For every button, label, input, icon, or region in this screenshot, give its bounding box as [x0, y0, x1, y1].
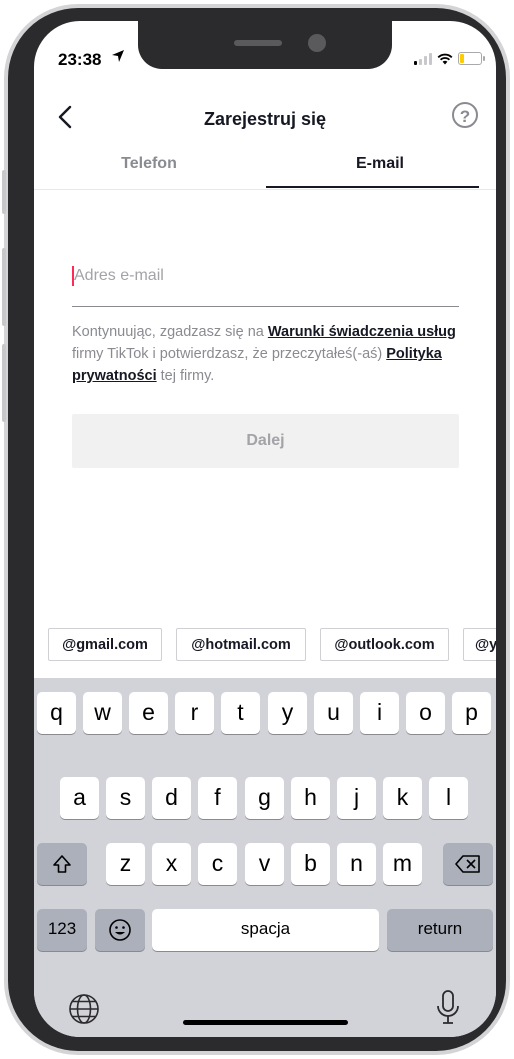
space-key[interactable]: spacja: [152, 909, 379, 951]
email-field[interactable]: [72, 256, 459, 307]
notch: [138, 21, 392, 69]
front-camera: [308, 34, 326, 52]
silent-switch: [2, 170, 6, 214]
tab-email[interactable]: E-mail: [264, 155, 496, 173]
terms-text-1: Kontynuując, zgadzasz się na: [72, 324, 268, 340]
location-arrow-icon: [112, 50, 124, 62]
terms-text-2: firmy TikTok i potwierdzasz, że przeczyt…: [72, 346, 387, 362]
key-m[interactable]: m: [383, 843, 422, 885]
suggestion-hotmail[interactable]: @hotmail.com: [176, 628, 306, 661]
active-tab-indicator: [266, 186, 479, 188]
key-w[interactable]: w: [83, 692, 122, 734]
key-y[interactable]: y: [268, 692, 307, 734]
terms-text-3: tej firmy.: [156, 368, 215, 384]
key-i[interactable]: i: [360, 692, 399, 734]
battery-icon: [458, 52, 485, 65]
suggestion-outlook[interactable]: @outlook.com: [320, 628, 449, 661]
backspace-icon: [455, 855, 480, 873]
help-icon[interactable]: ?: [452, 102, 478, 128]
suggestion-more[interactable]: @y: [463, 628, 496, 661]
key-b[interactable]: b: [291, 843, 330, 885]
key-l[interactable]: l: [429, 777, 468, 819]
key-q[interactable]: q: [37, 692, 76, 734]
status-indicators: [414, 52, 485, 65]
phone-screen: 23:38 Zarejestruj się ? Telefon E-mail K…: [34, 21, 496, 1037]
key-s[interactable]: s: [106, 777, 145, 819]
key-u[interactable]: u: [314, 692, 353, 734]
terms-text: Kontynuując, zgadzasz się na Warunki świ…: [72, 321, 460, 387]
numbers-key[interactable]: 123: [37, 909, 87, 951]
key-v[interactable]: v: [245, 843, 284, 885]
emoji-key[interactable]: [95, 909, 145, 951]
key-e[interactable]: e: [129, 692, 168, 734]
key-r[interactable]: r: [175, 692, 214, 734]
tab-bar: Telefon E-mail: [34, 145, 496, 190]
key-a[interactable]: a: [60, 777, 99, 819]
key-n[interactable]: n: [337, 843, 376, 885]
next-button[interactable]: Dalej: [72, 414, 459, 468]
key-c[interactable]: c: [198, 843, 237, 885]
key-z[interactable]: z: [106, 843, 145, 885]
backspace-key[interactable]: [443, 843, 493, 885]
header: Zarejestruj się ?: [34, 97, 496, 141]
key-o[interactable]: o: [406, 692, 445, 734]
key-d[interactable]: d: [152, 777, 191, 819]
home-indicator[interactable]: [183, 1020, 348, 1025]
signal-icon: [414, 52, 432, 65]
globe-icon[interactable]: [67, 992, 101, 1026]
key-p[interactable]: p: [452, 692, 491, 734]
wifi-icon: [437, 53, 453, 64]
email-domain-suggestions: @gmail.com @hotmail.com @outlook.com @y: [34, 625, 496, 663]
status-time: 23:38: [58, 50, 102, 69]
volume-up-button: [2, 248, 6, 326]
microphone-icon[interactable]: [434, 988, 462, 1028]
return-key[interactable]: return: [387, 909, 493, 951]
key-j[interactable]: j: [337, 777, 376, 819]
terms-of-service-link[interactable]: Warunki świadczenia usług: [268, 324, 456, 340]
shift-key[interactable]: [37, 843, 87, 885]
speaker-grille: [234, 40, 282, 46]
shift-icon: [53, 855, 71, 873]
key-x[interactable]: x: [152, 843, 191, 885]
volume-down-button: [2, 344, 6, 422]
emoji-icon: [109, 919, 131, 941]
key-k[interactable]: k: [383, 777, 422, 819]
key-h[interactable]: h: [291, 777, 330, 819]
page-title: Zarejestruj się: [203, 109, 327, 129]
email-input[interactable]: [74, 260, 454, 292]
keyboard: q w e r t y u i o p a s d f g h j k l z …: [34, 678, 496, 1037]
key-g[interactable]: g: [245, 777, 284, 819]
key-t[interactable]: t: [221, 692, 260, 734]
suggestion-gmail[interactable]: @gmail.com: [48, 628, 162, 661]
key-f[interactable]: f: [198, 777, 237, 819]
tab-phone[interactable]: Telefon: [34, 155, 264, 173]
